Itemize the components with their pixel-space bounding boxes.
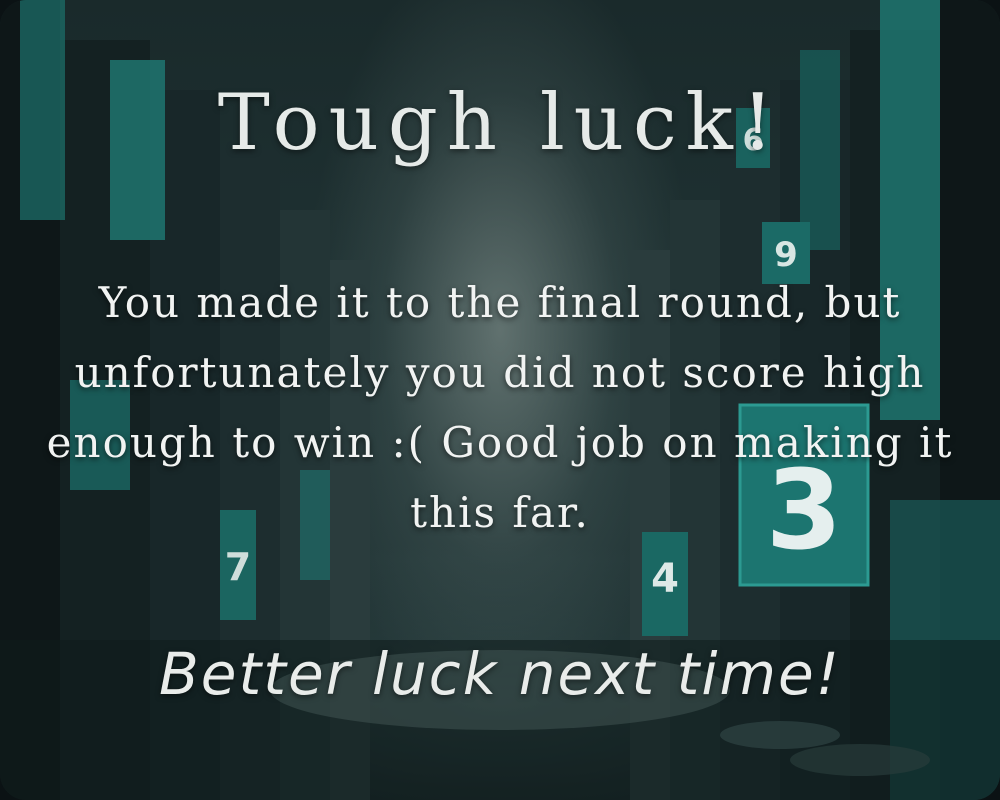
end-screen-title: Tough luck!	[217, 78, 783, 168]
end-screen-card: 9 3 4 7 6 Tough luck! You made it to the…	[0, 0, 1000, 800]
end-screen-content: Tough luck! You made it to the final rou…	[0, 0, 1000, 800]
end-screen-closing: Better luck next time!	[159, 640, 841, 708]
end-screen-message: You made it to the final round, but unfo…	[46, 278, 954, 537]
